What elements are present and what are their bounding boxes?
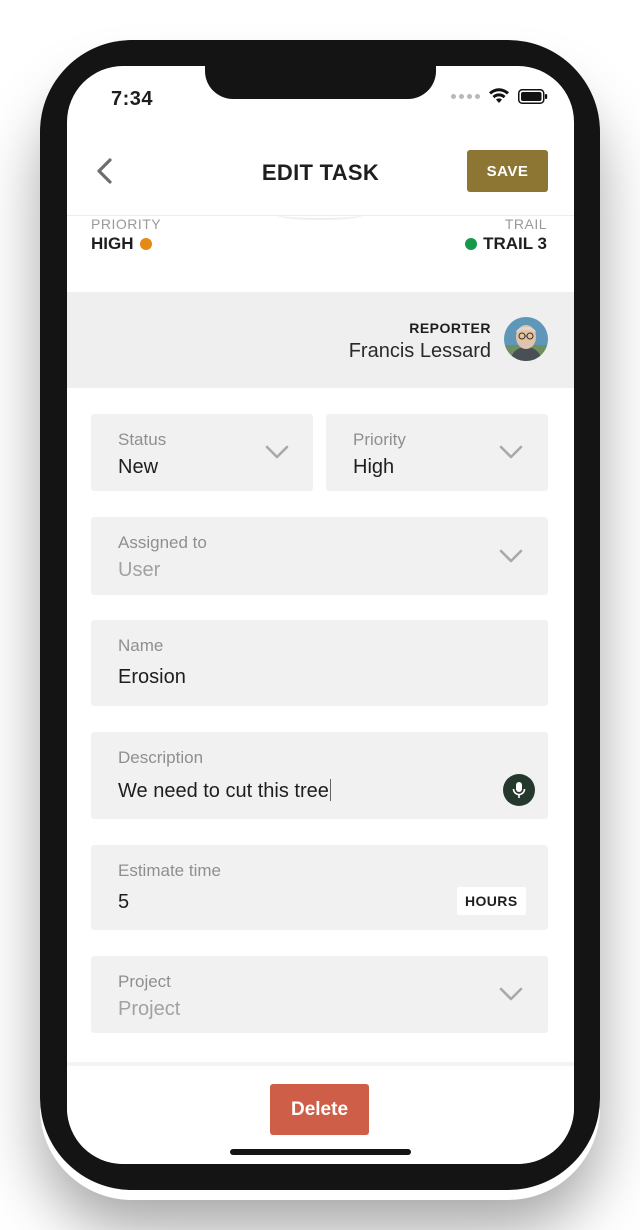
description-value: We need to cut this tree [118, 780, 329, 802]
trail-dot-icon [465, 238, 478, 250]
nav-bar: EDIT TASK SAVE [67, 146, 574, 216]
status-select[interactable]: Status New [91, 414, 313, 491]
name-label: Name [118, 636, 164, 655]
delete-button[interactable]: Delete [270, 1084, 369, 1135]
battery-icon [518, 88, 548, 104]
assigned-to-placeholder: User [118, 559, 161, 581]
status-time: 7:34 [111, 88, 154, 110]
chevron-down-icon [499, 445, 523, 459]
microphone-button[interactable] [503, 774, 535, 806]
name-field[interactable]: Name Erosion [91, 620, 548, 706]
bottom-action-bar: Delete [67, 1062, 574, 1164]
priority-dot-icon [139, 238, 152, 250]
home-indicator [230, 1149, 411, 1155]
status-label: Status [118, 430, 167, 449]
estimate-time-label: Estimate time [118, 861, 221, 880]
trail-summary-label: TRAIL [504, 216, 547, 232]
priority-label: Priority [353, 430, 406, 449]
hours-unit-badge: HOURS [457, 887, 526, 915]
priority-select[interactable]: Priority High [326, 414, 548, 491]
name-value: Erosion [118, 666, 186, 688]
description-value-wrap: We need to cut this tree [118, 779, 331, 803]
wifi-icon [489, 88, 509, 103]
task-summary: PRIORITY HIGH TRAIL TRAIL 3 [67, 216, 574, 292]
priority-value: High [353, 456, 395, 478]
project-select[interactable]: Project Project [91, 956, 548, 1033]
header-arc-decoration [277, 210, 363, 220]
status-icons [451, 88, 548, 104]
trail-summary-value: TRAIL 3 [483, 234, 547, 253]
microphone-icon [512, 782, 526, 798]
assigned-to-select[interactable]: Assigned to User [91, 517, 548, 595]
priority-summary-value: HIGH [91, 234, 134, 253]
text-cursor [329, 779, 331, 801]
app-screen: 7:34 EDIT TASK SAVE PRIORITY HIGH TRAIL … [67, 66, 574, 1164]
reporter-name: Francis Lessard [348, 340, 491, 362]
notch [205, 66, 436, 99]
reporter-label: REPORTER [409, 320, 491, 336]
priority-summary-label: PRIORITY [91, 216, 162, 232]
trail-summary: TRAIL 3 [465, 234, 547, 254]
project-placeholder: Project [118, 998, 181, 1020]
priority-summary: HIGH [91, 234, 152, 254]
save-button[interactable]: SAVE [467, 150, 548, 192]
estimate-time-value: 5 [118, 891, 130, 913]
assigned-to-label: Assigned to [118, 533, 207, 552]
estimate-time-field[interactable]: Estimate time 5 HOURS [91, 845, 548, 930]
project-label: Project [118, 972, 171, 991]
description-label: Description [118, 748, 204, 767]
description-field[interactable]: Description We need to cut this tree [91, 732, 548, 819]
reporter-section: REPORTER Francis Lessard [67, 292, 574, 388]
chevron-down-icon [265, 445, 289, 459]
avatar [504, 317, 548, 361]
status-value: New [118, 456, 159, 478]
chevron-down-icon [499, 987, 523, 1001]
chevron-down-icon [499, 549, 523, 563]
signal-icon [451, 93, 480, 99]
